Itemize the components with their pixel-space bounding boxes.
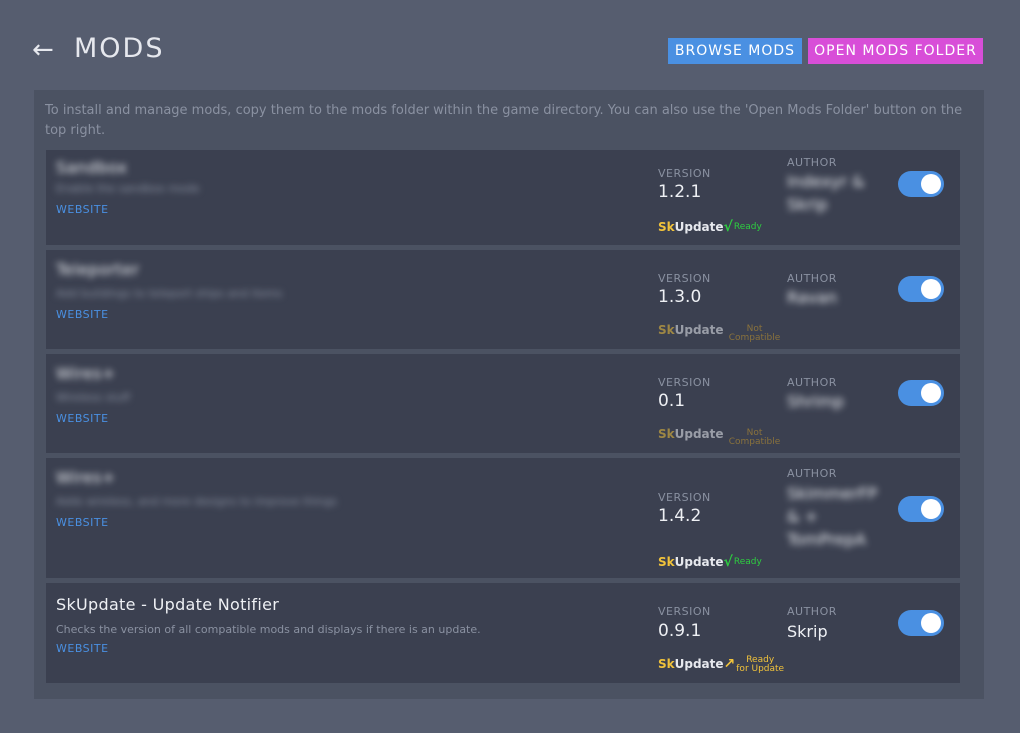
mod-card: Wires+ Adds wireless, and more designs t… (46, 458, 960, 578)
toggle-knob (921, 499, 941, 519)
version-value: 0.9.1 (658, 621, 702, 641)
author-value: Skrip (787, 622, 828, 641)
author-label: AUTHOR (787, 467, 837, 480)
status-text: Ready (733, 557, 762, 567)
mod-description: Add buildings to teleport ships and item… (56, 287, 283, 300)
intro-text: To install and manage mods, copy them to… (45, 103, 963, 138)
toggle-knob (921, 279, 941, 299)
author-label: AUTHOR (787, 156, 837, 169)
version-label: VERSION (658, 167, 711, 180)
toggle-knob (921, 174, 941, 194)
toggle-knob (921, 613, 941, 633)
mod-name: Wires+ (56, 364, 116, 383)
sk-suffix: Update (674, 555, 724, 569)
enable-toggle[interactable] (898, 171, 944, 197)
version-label: VERSION (658, 272, 711, 285)
sk-suffix: Update (674, 427, 724, 441)
skupdate-status: SkUpdate↗ Ready for Update (658, 656, 784, 674)
status-line-2: Compatible (728, 333, 781, 343)
mod-card: Teleporter Add buildings to teleport shi… (46, 250, 960, 349)
mod-description: Adds wireless, and more designs to impro… (56, 495, 337, 508)
update-arrow-icon: ↗ (723, 656, 736, 672)
sk-prefix: Sk (658, 427, 675, 441)
mod-description: Wireless stuff (56, 391, 131, 404)
mod-description: Enable the sandbox mode (56, 182, 200, 195)
status-line-2: for Update (736, 664, 785, 674)
check-icon: √ (723, 554, 733, 570)
mods-panel: To install and manage mods, copy them to… (34, 90, 984, 699)
website-link[interactable]: WEBSITE (56, 516, 109, 529)
skupdate-status: SkUpdate√Ready (658, 219, 762, 235)
toggle-knob (921, 383, 941, 403)
version-label: VERSION (658, 376, 711, 389)
mod-name: Teleporter (56, 260, 140, 279)
status-text: Not Compatible (729, 429, 781, 447)
website-link[interactable]: WEBSITE (56, 642, 109, 655)
skupdate-status: SkUpdate√Ready (658, 554, 762, 570)
back-arrow-icon[interactable]: ← (32, 36, 60, 64)
website-link[interactable]: WEBSITE (56, 203, 109, 216)
website-link[interactable]: WEBSITE (56, 412, 109, 425)
author-value: SkimmerFP & + TomPrepA (787, 484, 878, 549)
check-icon: √ (723, 219, 733, 235)
open-mods-folder-button[interactable]: OPEN MODS FOLDER (808, 38, 983, 64)
sk-prefix: Sk (658, 555, 675, 569)
enable-toggle[interactable] (898, 496, 944, 522)
author-label: AUTHOR (787, 605, 837, 618)
sk-suffix: Update (674, 323, 724, 337)
mod-card: Sandbox Enable the sandbox mode WEBSITE … (46, 150, 960, 245)
author-value: Shrimp (787, 392, 845, 411)
status-line-2: Compatible (728, 437, 781, 447)
page-title: MODS (74, 33, 165, 64)
mod-name: Wires+ (56, 468, 116, 487)
version-label: VERSION (658, 605, 711, 618)
status-text: Ready (733, 222, 762, 232)
sk-suffix: Update (674, 220, 724, 234)
author-value: Indexyr & Skrip (787, 172, 865, 214)
skupdate-status: SkUpdate Not Compatible (658, 427, 780, 447)
sk-prefix: Sk (658, 220, 675, 234)
version-value: 0.1 (658, 391, 686, 411)
sk-prefix: Sk (658, 657, 675, 671)
mod-name: SkUpdate - Update Notifier (56, 595, 280, 614)
browse-mods-button[interactable]: BROWSE MODS (668, 38, 802, 64)
mod-card: SkUpdate - Update Notifier Checks the ve… (46, 583, 960, 683)
mods-list[interactable]: Sandbox Enable the sandbox mode WEBSITE … (46, 150, 972, 690)
website-link[interactable]: WEBSITE (56, 308, 109, 321)
skupdate-status: SkUpdate Not Compatible (658, 323, 780, 343)
status-text: Not Compatible (729, 325, 781, 343)
author-label: AUTHOR (787, 376, 837, 389)
enable-toggle[interactable] (898, 610, 944, 636)
header: ← MODS BROWSE MODS OPEN MODS FOLDER (0, 0, 1020, 90)
sk-suffix: Update (674, 657, 724, 671)
sk-prefix: Sk (658, 323, 675, 337)
version-value: 1.4.2 (658, 506, 702, 526)
enable-toggle[interactable] (898, 276, 944, 302)
status-text: Ready for Update (736, 656, 784, 674)
version-label: VERSION (658, 491, 711, 504)
author-label: AUTHOR (787, 272, 837, 285)
mod-card: Wires+ Wireless stuff WEBSITE VERSION 0.… (46, 354, 960, 453)
mod-description: Checks the version of all compatible mod… (56, 623, 481, 636)
mod-name: Sandbox (56, 158, 128, 177)
author-value: Ravan (787, 288, 837, 307)
enable-toggle[interactable] (898, 380, 944, 406)
version-value: 1.3.0 (658, 287, 702, 307)
version-value: 1.2.1 (658, 182, 702, 202)
